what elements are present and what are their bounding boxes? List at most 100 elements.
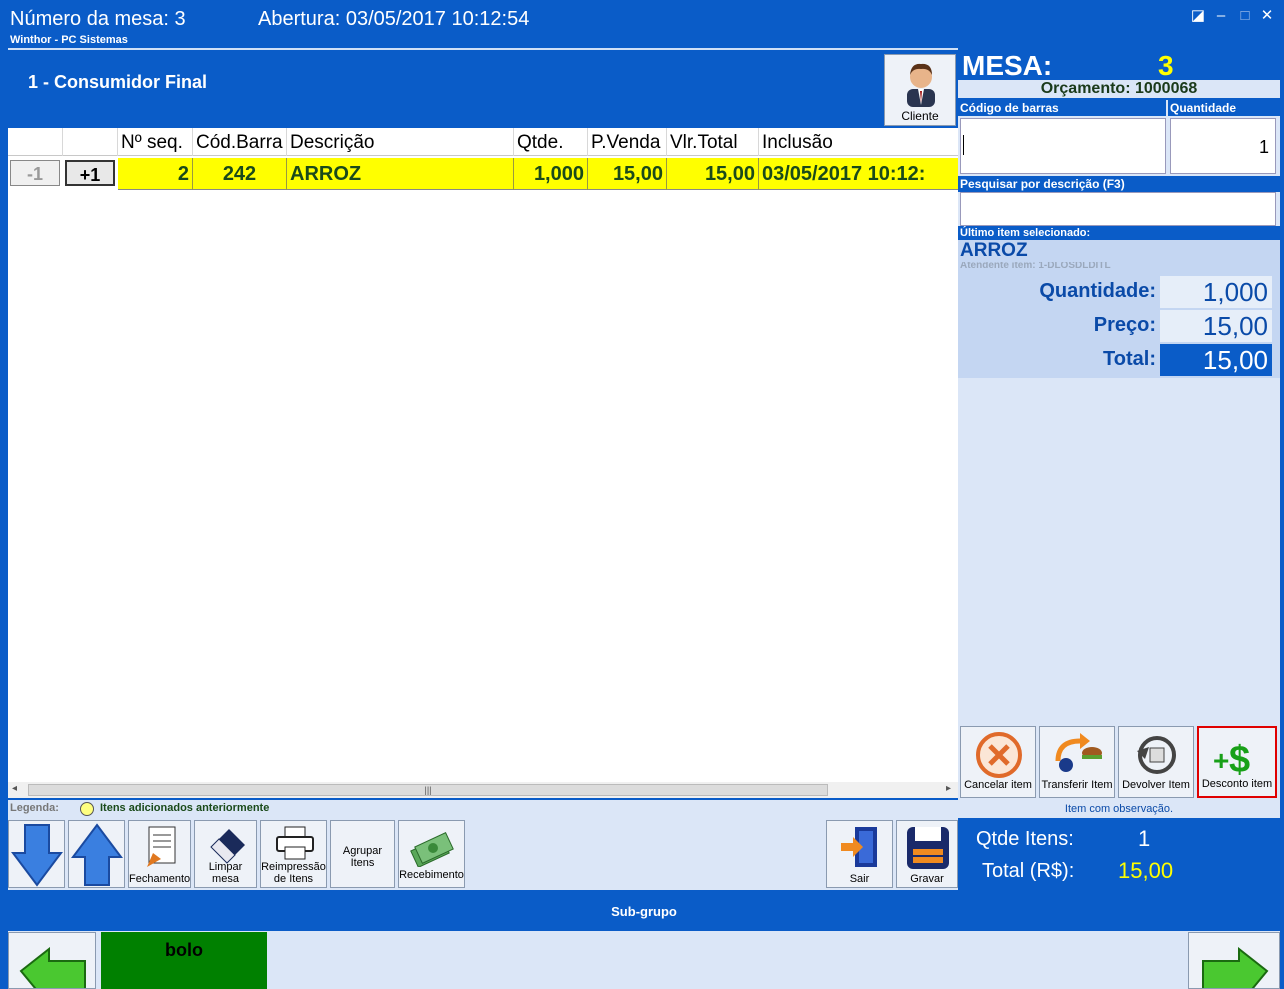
col-barcode[interactable]: Cód.Barra — [193, 128, 287, 156]
legend-color-dot — [80, 802, 94, 816]
close-icon[interactable]: ✕ — [1259, 8, 1275, 24]
agrupar-label-line2: Itens — [350, 857, 375, 869]
col-qty[interactable]: Qtde. — [514, 128, 588, 156]
items-grid[interactable]: Nº seq. Cód.Barra Descrição Qtde. P.Vend… — [8, 128, 958, 798]
customer-name: 1 - Consumidor Final — [28, 72, 208, 92]
app-name: Winthor - PC Sistemas — [10, 34, 128, 46]
limpar-mesa-button[interactable]: Limpar mesa — [194, 820, 257, 888]
scroll-right-icon[interactable]: ▸ — [946, 783, 951, 794]
printer-icon — [276, 826, 314, 860]
next-group-button[interactable] — [1188, 932, 1280, 989]
mesa-number: 3 — [1158, 50, 1174, 81]
gravar-button[interactable]: Gravar — [896, 820, 958, 888]
detail-quantity-value: 1,000 — [1160, 276, 1272, 308]
table-row[interactable]: -1 +1 2 242 ARROZ 1,000 15,00 15,00 03/0… — [8, 158, 958, 190]
reimpressao-label-line2: de Itens — [273, 873, 314, 885]
observation-legend: Item com observação. — [1064, 803, 1174, 815]
transfer-icon — [1055, 733, 1102, 772]
increase-button[interactable]: +1 — [65, 160, 115, 186]
return-icon — [1137, 736, 1176, 774]
desconto-item-label: Desconto item — [1201, 778, 1273, 790]
scroll-left-icon[interactable]: ◂ — [12, 783, 17, 794]
quantity-label: Quantidade — [1168, 100, 1280, 116]
maximize-icon[interactable]: □ — [1237, 8, 1253, 24]
arrow-left-icon — [19, 947, 86, 988]
cancel-icon — [976, 732, 1022, 778]
desconto-item-button[interactable]: + $ Desconto item — [1197, 726, 1277, 798]
quantity-input[interactable]: 1 — [1170, 118, 1276, 174]
recebimento-label: Recebimento — [399, 869, 464, 881]
cell-date: 03/05/2017 10:12: — [762, 163, 926, 185]
barcode-input[interactable] — [960, 118, 1166, 174]
detail-quantity-label: Quantidade: — [1039, 280, 1156, 302]
attendant-text: Atendente item: 1-DLOSDLDITL — [960, 262, 1111, 270]
cliente-button[interactable]: Cliente — [884, 54, 956, 126]
transferir-item-label: Transferir Item — [1041, 779, 1113, 791]
col-total[interactable]: Vlr.Total — [667, 128, 759, 156]
last-item-panel: Último item selecionado: ARROZ Atendente… — [958, 226, 1280, 378]
group-item-bolo[interactable]: bolo — [101, 932, 267, 989]
arrow-right-icon — [1202, 947, 1269, 988]
col-description[interactable]: Descrição — [287, 128, 514, 156]
col-price[interactable]: P.Venda — [588, 128, 667, 156]
cell-qty: 1,000 — [514, 158, 588, 190]
title-bar: Número da mesa: 3 Abertura: 03/05/2017 1… — [0, 0, 1284, 48]
bottom-toolbar: Fechamento Limpar mesa Reimpressão de It… — [8, 818, 958, 890]
reimpressao-label-line1: Reimpressão — [261, 861, 326, 873]
restore-icon[interactable]: ◪ — [1190, 8, 1206, 24]
search-input[interactable] — [960, 192, 1276, 226]
decrease-button[interactable]: -1 — [10, 160, 60, 186]
agrupar-itens-button[interactable]: Agrupar Itens — [330, 820, 395, 888]
sair-button[interactable]: Sair — [826, 820, 893, 888]
money-icon — [410, 831, 454, 867]
transferir-item-button[interactable]: Transferir Item — [1039, 726, 1115, 798]
devolver-item-label: Devolver Item — [1122, 779, 1190, 791]
right-panel: MESA: 3 Orçamento: 1000068 Código de bar… — [958, 48, 1280, 890]
devolver-item-button[interactable]: Devolver Item — [1118, 726, 1194, 798]
gravar-label: Gravar — [910, 873, 944, 885]
save-disk-icon — [907, 827, 949, 869]
table-number-title: Número da mesa: 3 — [10, 8, 186, 30]
total-value: 15,00 — [1118, 858, 1174, 883]
reimpressao-button[interactable]: Reimpressão de Itens — [260, 820, 327, 888]
detail-price-value: 15,00 — [1160, 310, 1272, 342]
col-seq[interactable]: Nº seq. — [118, 128, 193, 156]
legend-text: Itens adicionados anteriormente — [100, 802, 270, 814]
cancelar-item-label: Cancelar item — [964, 779, 1032, 791]
item-actions: Cancelar item Transferir Item Devolver I… — [958, 726, 1280, 800]
recebimento-button[interactable]: Recebimento — [398, 820, 465, 888]
subgroup-bar: Sub-grupo — [8, 893, 1280, 931]
horizontal-scrollbar[interactable]: ◂ ||| ▸ — [8, 782, 958, 798]
total-label: Total (R$): — [982, 860, 1075, 882]
svg-text:+: + — [1213, 745, 1229, 776]
person-icon — [907, 63, 935, 107]
search-label: Pesquisar por descrição (F3) — [958, 176, 1280, 192]
minus-cell: -1 — [8, 158, 63, 190]
scroll-down-button[interactable] — [8, 820, 65, 888]
sair-label: Sair — [849, 873, 870, 885]
cell-price: 15,00 — [588, 158, 667, 190]
agrupar-label-line1: Agrupar — [342, 845, 383, 857]
arrow-up-icon — [71, 823, 123, 886]
minimize-icon[interactable]: – — [1213, 8, 1229, 24]
opening-time: Abertura: 03/05/2017 10:12:54 — [258, 8, 530, 30]
cell-description: ARROZ — [287, 158, 514, 190]
fechamento-button[interactable]: Fechamento — [128, 820, 191, 888]
scroll-up-button[interactable] — [68, 820, 125, 888]
limpar-mesa-label: Limpar mesa — [208, 861, 243, 885]
detail-total-value: 15,00 — [1160, 344, 1272, 376]
text-cursor — [963, 135, 964, 155]
cliente-label: Cliente — [901, 109, 939, 123]
barcode-label: Código de barras — [958, 100, 1166, 116]
orcamento: Orçamento: 1000068 — [958, 80, 1280, 98]
detail-price-label: Preço: — [1093, 314, 1156, 336]
cancelar-item-button[interactable]: Cancelar item — [960, 726, 1036, 798]
document-pen-icon — [147, 826, 176, 867]
previous-group-button[interactable] — [8, 932, 96, 989]
discount-plus-dollar-icon: + $ — [1213, 739, 1250, 776]
scroll-thumb[interactable]: ||| — [28, 784, 828, 796]
col-date[interactable]: Inclusão — [759, 128, 958, 156]
customer-header: 1 - Consumidor Final Cliente — [8, 48, 958, 128]
arrow-down-icon — [11, 824, 63, 887]
cell-seq: 2 — [118, 158, 193, 190]
